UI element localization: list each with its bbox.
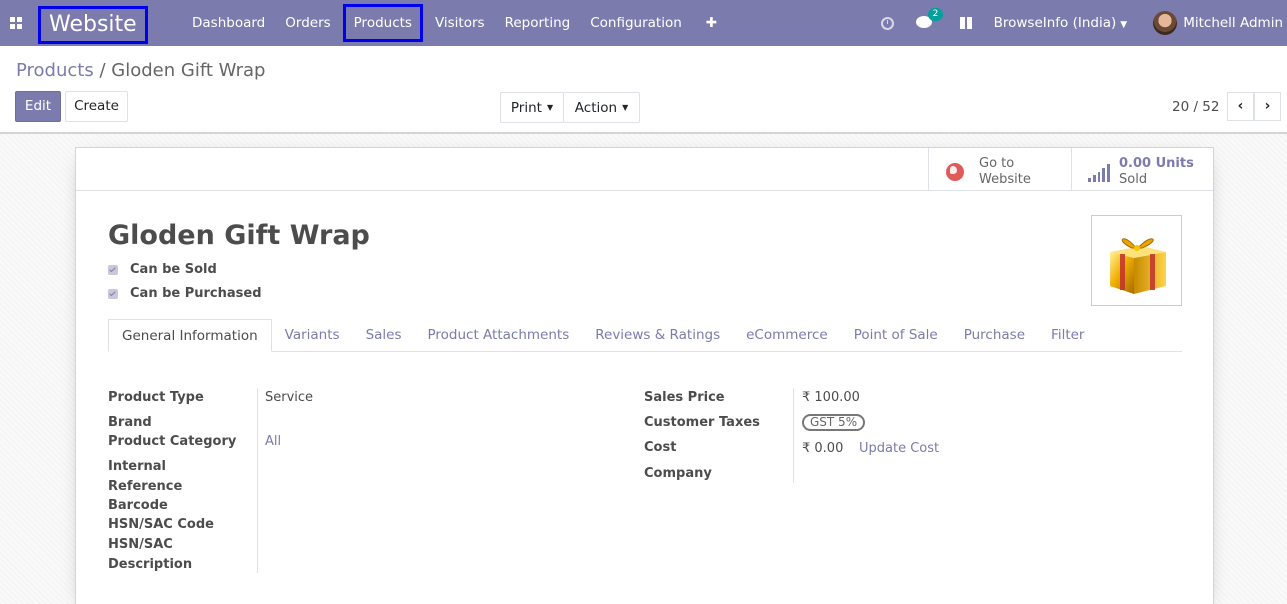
caret-down-icon: ▼ [1120,20,1128,30]
internal-reference-label: Internal Reference [108,457,182,496]
product-category-value[interactable]: All [265,434,281,449]
tab-product-attachments[interactable]: Product Attachments [415,319,583,352]
product-name[interactable]: Gloden Gift Wrap [108,220,370,251]
avatar[interactable] [1153,11,1178,35]
left-group-divider [257,388,258,573]
plus-icon[interactable]: ✚ [692,0,731,46]
breadcrumb: Products / Gloden Gift Wrap [16,60,265,81]
pager-previous-button[interactable]: ‹ [1227,92,1254,121]
hsn-sac-description-label-line1: HSN/SAC [108,537,173,552]
apps-menu-icon[interactable] [10,17,22,29]
internal-reference-label-line2: Reference [108,478,183,494]
product-type-label: Product Type [108,390,204,405]
units-sold-value: 0.00 Units [1119,156,1194,171]
messaging-menu[interactable]: 2 [915,8,944,30]
form-sheet: Go to Website 0.00 Units Sold Gloden Gif… [75,147,1214,604]
hsn-sac-description-label-line2: Description [108,556,193,572]
smart-button-box: Go to Website 0.00 Units Sold [76,148,1213,191]
hsn-sac-description-label: HSN/SAC Description [108,535,192,574]
app-brand[interactable]: Website [38,6,148,44]
can-be-purchased-row: Can be Purchased [108,286,262,301]
edit-button[interactable]: Edit [15,91,61,122]
menu-reporting[interactable]: Reporting [495,0,581,46]
tab-general-information[interactable]: General Information [108,319,272,352]
menu-orders[interactable]: Orders [275,0,340,46]
units-sold-button[interactable]: 0.00 Units Sold [1071,148,1213,191]
tab-variants[interactable]: Variants [272,319,353,352]
tax-tag-gst-5[interactable]: GST 5% [802,414,866,431]
product-category-label: Product Category [108,434,237,449]
menu-products[interactable]: Products [342,4,423,42]
sales-price-value[interactable]: ₹ 100.00 [802,390,860,405]
breadcrumb-products-link[interactable]: Products [16,60,94,81]
brand-label: Brand [108,415,152,430]
tab-point-of-sale[interactable]: Point of Sale [841,319,951,352]
user-menu[interactable]: Mitchell Admin [1183,15,1283,31]
create-button[interactable]: Create [65,91,128,122]
can-be-sold-row: Can be Sold [108,262,217,277]
product-type-value[interactable]: Service [265,390,313,405]
company-switcher[interactable]: BrowseInfo (India) ▼ [994,15,1128,31]
go-to-website-text: Go to Website [979,156,1031,188]
customer-taxes-label: Customer Taxes [644,415,760,430]
tab-purchase[interactable]: Purchase [951,319,1038,352]
navbar-systray: 2 BrowseInfo (India) ▼ Mitchell Admin [880,0,1287,46]
company-label: Company [644,466,712,481]
website-label: Website [979,172,1031,187]
breadcrumb-current: Gloden Gift Wrap [111,60,266,81]
right-group-divider [793,388,794,483]
top-navbar: Website Dashboard Orders Products Visito… [0,0,1287,46]
action-label: Action [574,100,618,116]
can-be-sold-checkbox[interactable] [108,264,118,275]
pager-next-button[interactable]: › [1254,92,1281,121]
menu-visitors[interactable]: Visitors [425,0,495,46]
go-to-website-button[interactable]: Go to Website [928,148,1071,191]
can-be-purchased-checkbox[interactable] [108,288,118,299]
gift-box-image [1110,238,1166,294]
action-dropdown[interactable]: Action ▼ [563,92,640,123]
breadcrumb-separator: / [99,60,106,81]
chat-count-badge: 2 [927,8,944,21]
main-menu: Dashboard Orders Products Visitors Repor… [182,0,731,46]
can-be-purchased-label: Can be Purchased [130,286,262,301]
sold-label: Sold [1119,172,1148,187]
units-sold-text: 0.00 Units Sold [1119,156,1194,188]
clock-icon[interactable] [880,16,894,30]
can-be-sold-label: Can be Sold [130,262,217,277]
product-image[interactable] [1091,215,1182,306]
company-name: BrowseInfo (India) [993,15,1117,31]
internal-reference-label-line1: Internal [108,459,167,474]
globe-icon [946,163,964,181]
cost-value[interactable]: ₹ 0.00 [802,441,843,456]
print-label: Print [510,100,542,116]
menu-configuration[interactable]: Configuration [580,0,692,46]
tab-sales[interactable]: Sales [353,319,415,352]
print-dropdown[interactable]: Print ▼ [500,92,564,123]
menu-dashboard[interactable]: Dashboard [182,0,275,46]
barcode-label: Barcode [108,498,168,513]
gift-icon[interactable] [959,17,972,29]
sales-price-label: Sales Price [644,390,725,405]
update-cost-link[interactable]: Update Cost [859,441,939,456]
pager-value[interactable]: 20 / 52 [1172,99,1220,115]
tab-ecommerce[interactable]: eCommerce [733,319,841,352]
cost-label: Cost [644,440,677,455]
form-tabs: General Information Variants Sales Produ… [108,319,1182,352]
tab-filter[interactable]: Filter [1038,319,1097,352]
go-to-label: Go to [979,156,1015,171]
caret-down-icon: ▼ [546,103,554,112]
tab-reviews-ratings[interactable]: Reviews & Ratings [582,319,733,352]
hsn-sac-code-label: HSN/SAC Code [108,517,214,532]
caret-down-icon: ▼ [622,103,629,112]
signal-bars-icon [1088,164,1110,182]
